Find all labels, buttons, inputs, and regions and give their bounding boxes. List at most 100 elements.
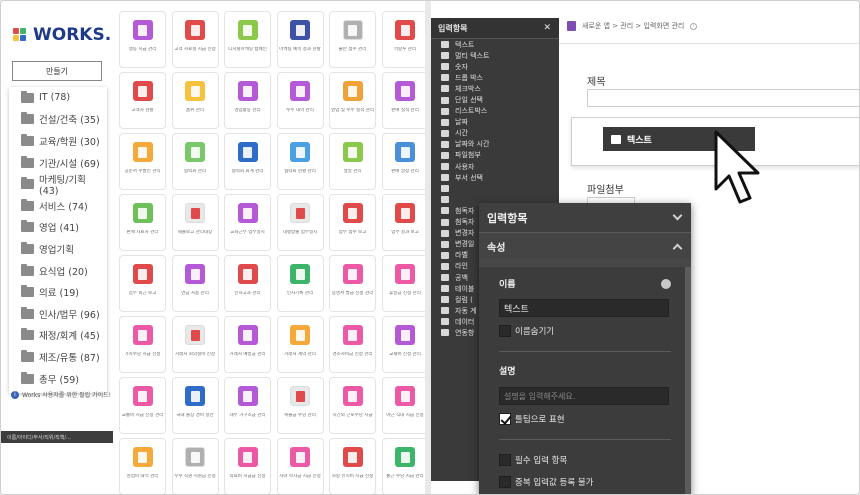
- guide-link[interactable]: i Works 사용자를 위한 필립 가이드!: [11, 390, 111, 399]
- app-template-card[interactable]: 가족수당 지급 신청: [119, 316, 166, 373]
- app-template-card[interactable]: 디지털마케팅 캠페인: [224, 11, 271, 68]
- category-item[interactable]: 인사/법무 (96): [9, 303, 107, 325]
- app-template-card[interactable]: 인사고과 관리: [224, 255, 271, 312]
- app-template-card[interactable]: 마케팅 예측 결과 현황: [276, 11, 324, 68]
- app-template-card[interactable]: 우수 직원 지원금 신청: [171, 438, 219, 494]
- app-template-card[interactable]: 복불금 수당 관리: [276, 377, 324, 434]
- category-item[interactable]: IT (78): [9, 87, 107, 109]
- member-search-bar[interactable]: 이름/아이디/부서/직위/직책/...: [1, 431, 113, 443]
- palette-item[interactable]: 체크박스: [431, 83, 559, 94]
- category-item[interactable]: 영업 (41): [9, 217, 107, 239]
- app-template-card[interactable]: 통근 수당 지급 관리: [381, 438, 429, 494]
- chevron-down-icon[interactable]: [672, 210, 683, 221]
- app-template-card[interactable]: 업무 접수 보고: [329, 194, 376, 251]
- app-template-card[interactable]: 차량 유지비 지급 신청: [329, 438, 376, 494]
- app-template-card[interactable]: 영업활동 관리: [224, 72, 271, 129]
- category-item[interactable]: 재정/회계 (45): [9, 325, 107, 347]
- app-template-card[interactable]: 연금 사용 관리: [171, 255, 219, 312]
- no-duplicate-checkbox[interactable]: 중복 입력값 등록 불가: [499, 476, 594, 488]
- title-field-input[interactable]: [587, 89, 859, 107]
- app-template-card[interactable]: 불만 접수 관리: [329, 11, 376, 68]
- hide-name-checkbox[interactable]: 이름숨기기: [499, 325, 554, 337]
- app-template-card[interactable]: 거래처 회의실비 신청: [171, 316, 219, 373]
- category-item[interactable]: 건설/건축 (35): [9, 109, 107, 131]
- logo[interactable]: WORKS.: [13, 25, 111, 45]
- app-template-card[interactable]: 역량투 관리: [381, 11, 429, 68]
- palette-item[interactable]: 단일 선택: [431, 94, 559, 105]
- palette-header[interactable]: 입력항목 ✕: [431, 18, 559, 39]
- app-template-card[interactable]: 자녀 학자금 지급 신청: [276, 438, 324, 494]
- category-item[interactable]: 요식업 (20): [9, 260, 107, 282]
- app-template-card[interactable]: 거래처 계약 관리: [276, 316, 324, 373]
- create-button[interactable]: 만들기: [12, 61, 102, 81]
- close-icon[interactable]: ✕: [543, 23, 551, 33]
- palette-item[interactable]: 숫자: [431, 61, 559, 72]
- palette-item[interactable]: 사용자: [431, 161, 559, 172]
- help-icon[interactable]: i: [690, 22, 698, 30]
- category-item[interactable]: 영업기획: [9, 238, 107, 260]
- app-template-card[interactable]: 휴일금 신청 관리: [381, 255, 429, 312]
- app-template-card[interactable]: 판매 자료사 관리: [119, 194, 166, 251]
- app-template-card[interactable]: 공문서 수발신 관리: [119, 133, 166, 190]
- palette-item[interactable]: 텍스트: [431, 39, 559, 50]
- palette-item[interactable]: 파일첨부: [431, 150, 559, 161]
- app-template-card[interactable]: 시간외 근로수당 지급: [329, 377, 376, 434]
- chevron-up-icon[interactable]: [672, 243, 683, 253]
- description-input[interactable]: 설명을 입력해주세요.: [499, 387, 669, 405]
- app-template-card[interactable]: 교재비 신청 관리: [381, 316, 429, 373]
- category-item[interactable]: 제조/유통 (87): [9, 346, 107, 368]
- category-item[interactable]: 교육/학원 (30): [9, 130, 107, 152]
- checkbox[interactable]: [499, 454, 511, 466]
- name-input[interactable]: 텍스트: [499, 299, 669, 317]
- app-template-card[interactable]: 수주 내역 관리: [276, 72, 324, 129]
- app-template-card[interactable]: 증명서 발급 신청 관리: [329, 255, 376, 312]
- app-template-card[interactable]: 고객 자료실 지급 신청: [171, 11, 219, 68]
- app-template-card[interactable]: 거래처 예방금 관리: [224, 316, 271, 373]
- category-item[interactable]: 기관/시설 (69): [9, 152, 107, 174]
- palette-item[interactable]: [431, 183, 559, 194]
- app-template-card[interactable]: 업무 외근 보고: [119, 255, 166, 312]
- name-toggle[interactable]: [661, 278, 671, 289]
- checkbox-checked[interactable]: [499, 413, 511, 425]
- palette-item[interactable]: 멀티 텍스트: [431, 50, 559, 61]
- category-item[interactable]: 의료 (19): [9, 281, 107, 303]
- palette-item[interactable]: 날짜: [431, 117, 559, 128]
- app-template-card[interactable]: 협력회 회계 관리: [224, 133, 271, 190]
- app-template-card[interactable]: 의료비 지급금 신청: [224, 438, 271, 494]
- app-template-card[interactable]: 영업 및 수주 실적 관리: [329, 72, 376, 129]
- category-item[interactable]: 마케팅/기획 (43): [9, 173, 107, 197]
- app-template-card[interactable]: 경조사비금 신청 관리: [329, 316, 376, 373]
- palette-item[interactable]: 시간: [431, 128, 559, 139]
- attributes-header[interactable]: 속성: [479, 233, 691, 259]
- app-template-card[interactable]: 야근 식대 지급 신청: [381, 377, 429, 434]
- palette-item[interactable]: 날짜와 시간: [431, 139, 559, 150]
- category-item[interactable]: 총무 (59): [9, 368, 107, 390]
- palette-item[interactable]: 드롭 박스: [431, 72, 559, 83]
- checkbox[interactable]: [499, 325, 511, 337]
- scrollbar[interactable]: [685, 267, 691, 494]
- app-template-card[interactable]: 품위 관리: [171, 72, 219, 129]
- app-template-card[interactable]: 행동 지급 관리: [119, 11, 166, 68]
- app-template-card[interactable]: 업무 결과 보고: [381, 194, 429, 251]
- required-checkbox[interactable]: 필수 입력 항목: [499, 454, 567, 466]
- checkbox[interactable]: [499, 476, 511, 488]
- app-template-card[interactable]: 협력회 관리: [171, 133, 219, 190]
- category-item[interactable]: 서비스 (74): [9, 195, 107, 217]
- app-template-card[interactable]: 인사기록 관리: [276, 255, 324, 312]
- app-template-card[interactable]: 교육근무 업무일지: [224, 194, 271, 251]
- palette-item[interactable]: 리스트박스: [431, 106, 559, 117]
- app-template-card[interactable]: 생일 관리: [329, 133, 376, 190]
- app-template-card[interactable]: 교통비 지급 신청 관리: [119, 377, 166, 434]
- app-template-card[interactable]: 대행방출 업무일지: [276, 194, 324, 251]
- properties-header[interactable]: 입력항목: [479, 203, 691, 233]
- app-template-card[interactable]: 영업비 내역 관리: [119, 438, 166, 494]
- app-template-card[interactable]: 제출보고 관리대장: [171, 194, 219, 251]
- app-template-card[interactable]: 판매 일정 관리: [381, 133, 429, 190]
- app-template-card[interactable]: 협력회 현황 관리: [276, 133, 324, 190]
- app-template-card[interactable]: 판매 실적 관리: [381, 72, 429, 129]
- app-template-card[interactable]: 국내 출장 경비 정산: [171, 377, 219, 434]
- palette-item[interactable]: 부서 선택: [431, 172, 559, 183]
- tooltip-checkbox[interactable]: 툴팁으로 표현: [499, 413, 565, 425]
- app-template-card[interactable]: 대부 가구소금 관리: [224, 377, 271, 434]
- app-template-card[interactable]: 고객사 현황: [119, 72, 166, 129]
